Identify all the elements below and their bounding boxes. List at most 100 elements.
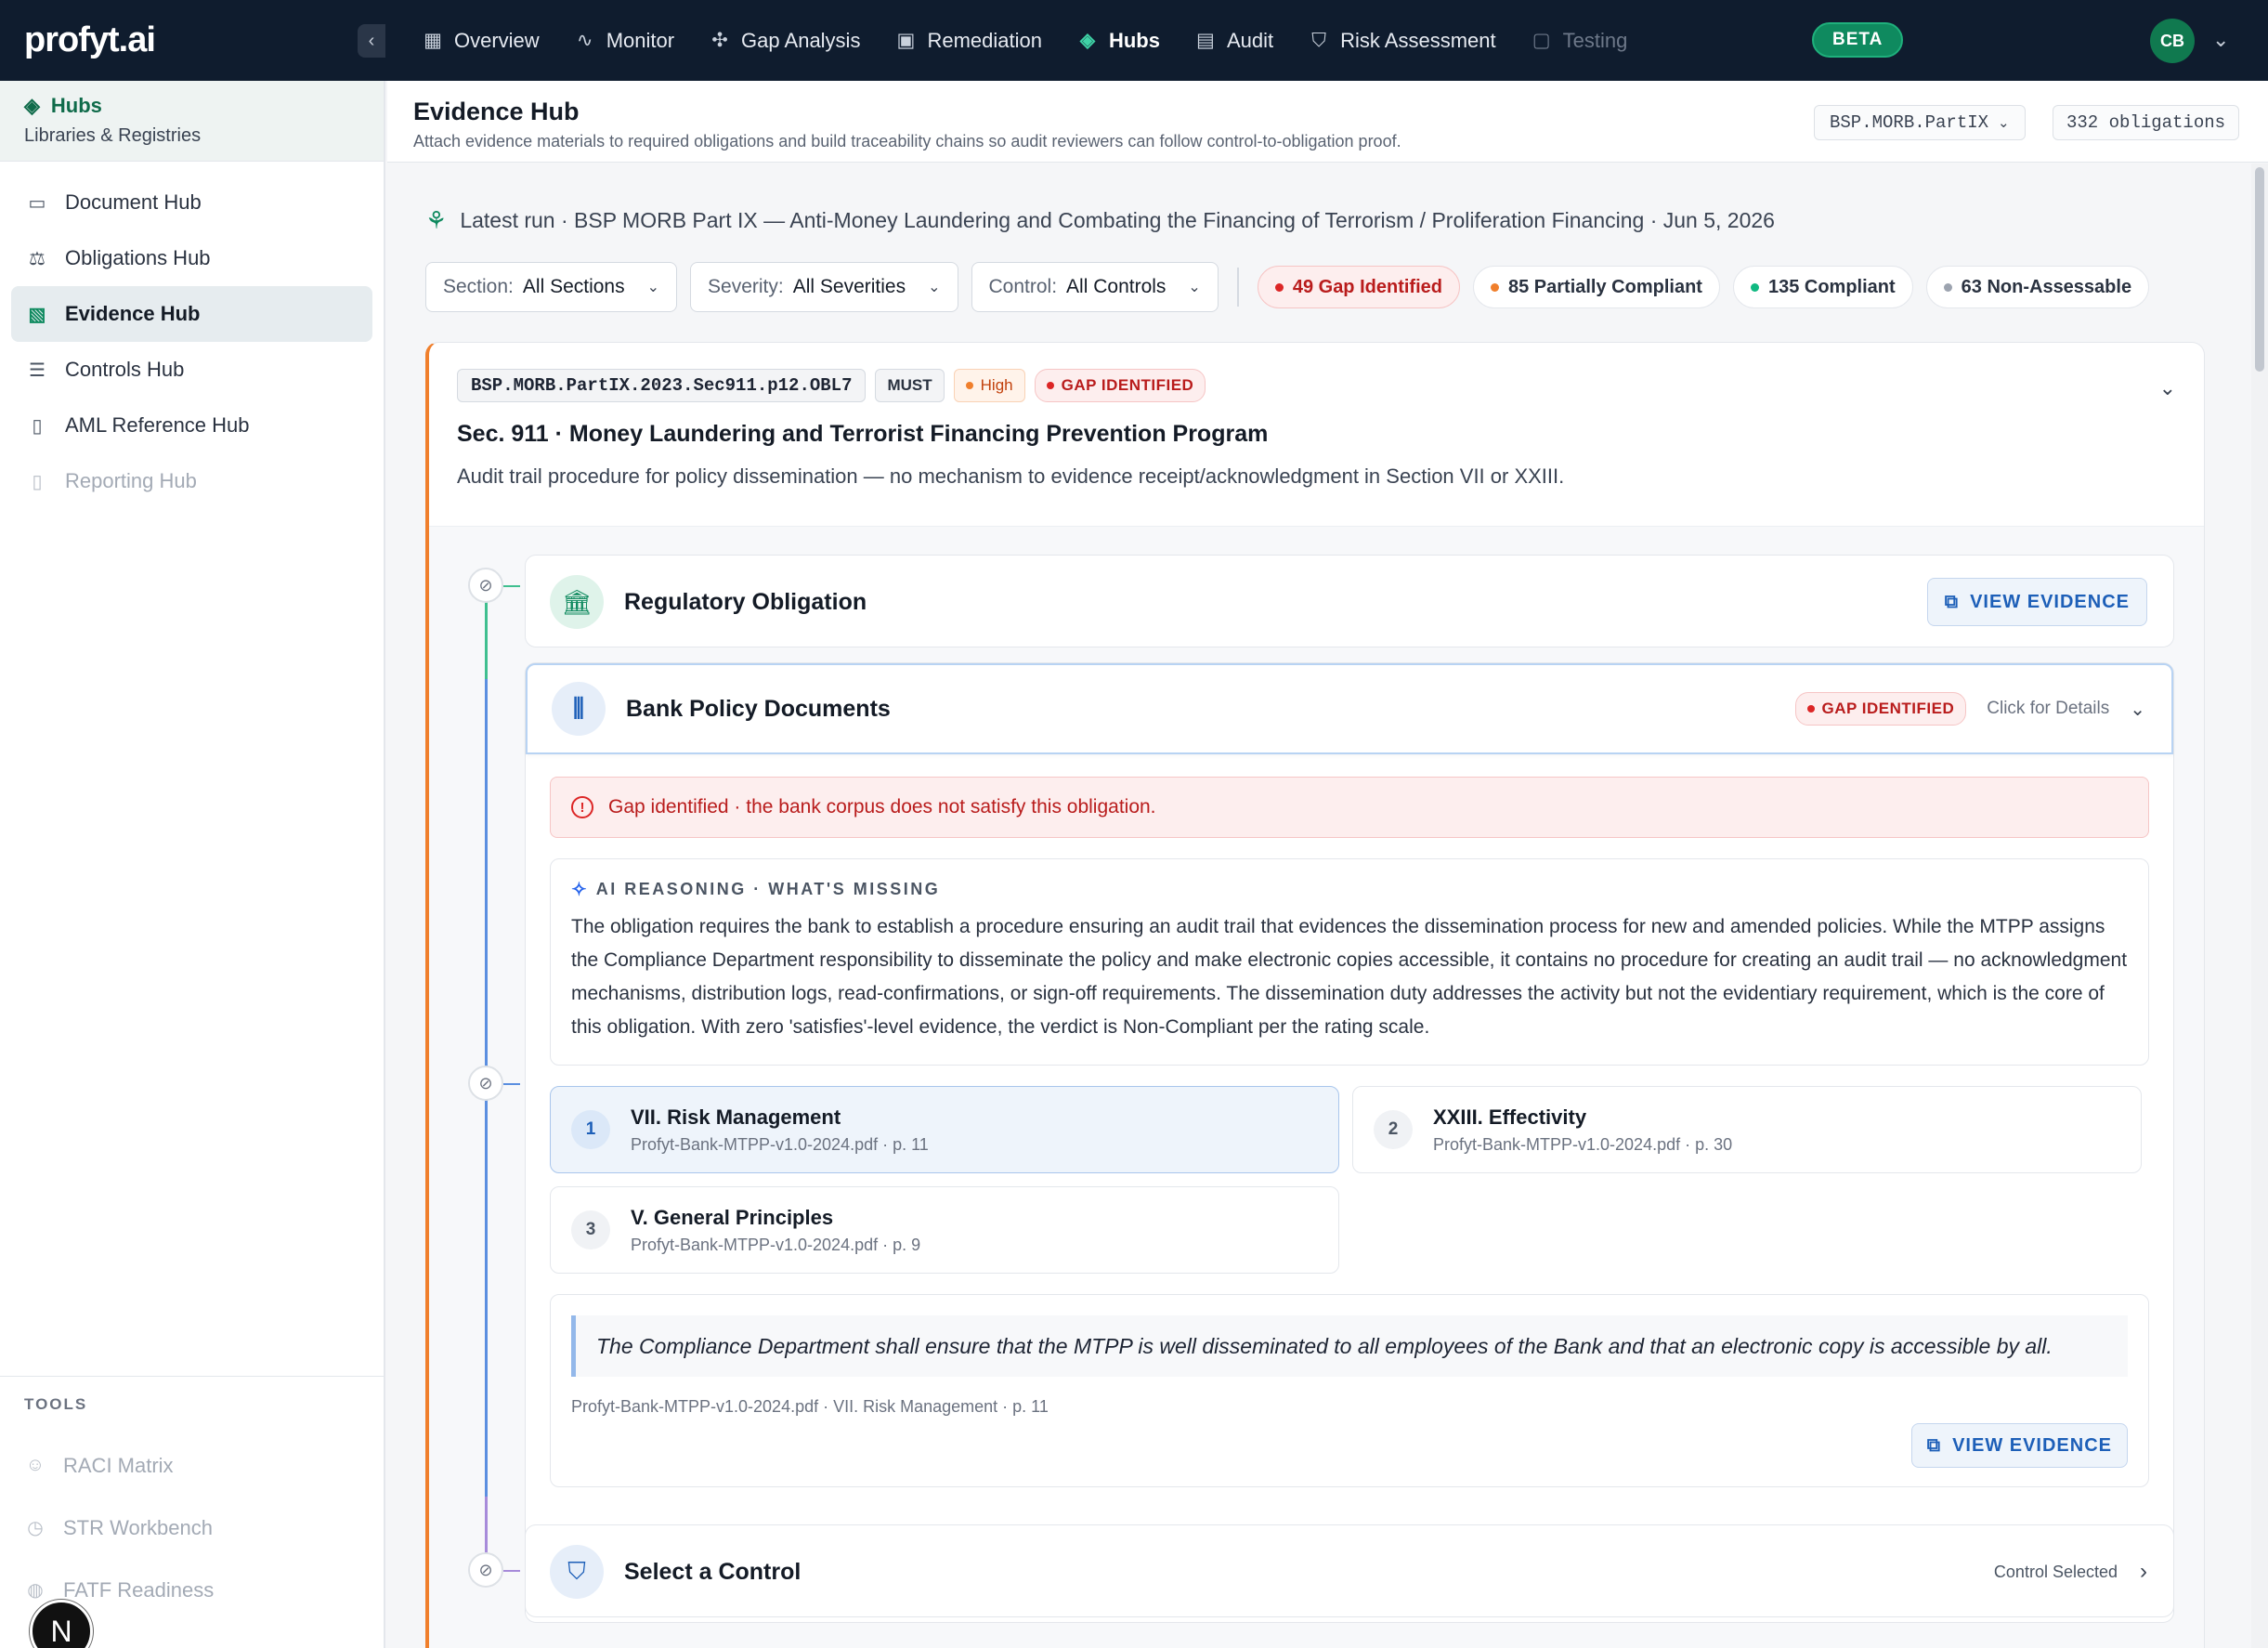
- reference-item[interactable]: 2 XXIII. Effectivity Profyt-Bank-MTPP-v1…: [1352, 1086, 2142, 1173]
- sidebar-list: ▭ Document Hub ⚖ Obligations Hub ▧ Evidence…: [0, 162, 384, 522]
- logo[interactable]: profyt.ai: [24, 20, 156, 60]
- status-label: GAP IDENTIFIED: [1061, 376, 1194, 394]
- nav-testing: ▢ Testing: [1532, 29, 1628, 53]
- filter-label: Severity:: [708, 276, 784, 297]
- page-header: Evidence Hub Attach evidence materials t…: [387, 81, 2268, 163]
- bank-policy-header[interactable]: ⫼ Bank Policy Documents GAP IDENTIFIED C…: [526, 663, 2173, 754]
- regulatory-obligation-row: 🏛 Regulatory Obligation ⧉ VIEW EVIDENCE: [526, 556, 2173, 648]
- list-check-icon: ☰: [29, 360, 46, 381]
- sidebar-item-aml-reference-hub[interactable]: ▯ AML Reference Hub: [11, 398, 372, 453]
- status-pill-non-assessable[interactable]: 63 Non-Assessable: [1925, 266, 2150, 308]
- status-pill-compliant[interactable]: 135 Compliant: [1732, 266, 1913, 308]
- archive-icon: ▭: [28, 192, 46, 214]
- workflow-icon: ⚘: [425, 206, 448, 234]
- sidebar-item-evidence-hub[interactable]: ▧ Evidence Hub: [11, 286, 372, 342]
- details-label[interactable]: Click for Details: [1987, 699, 2109, 719]
- sidebar-item-label: Evidence Hub: [65, 302, 201, 325]
- latest-run: ⚘ Latest run · BSP MORB Part IX — Anti-M…: [425, 206, 1775, 235]
- panel-title: Regulatory Obligation: [624, 588, 867, 615]
- view-evidence-button[interactable]: ⧉ VIEW EVIDENCE: [1910, 1423, 2128, 1468]
- nav-overview[interactable]: ▦ Overview: [423, 29, 540, 53]
- severity-filter[interactable]: Severity: All Severities ⌄: [690, 262, 958, 312]
- sparkles-icon: ✧: [571, 880, 587, 900]
- status-dot: [965, 382, 973, 389]
- users-icon: ☺: [25, 1455, 46, 1475]
- reference-text: V. General Principles Profyt-Bank-MTPP-v…: [631, 1206, 920, 1255]
- tool-label: STR Workbench: [63, 1515, 213, 1539]
- sidebar-item-document-hub[interactable]: ▭ Document Hub: [11, 175, 372, 230]
- nav-label: Overview: [454, 28, 540, 52]
- nav-monitor[interactable]: ∿ Monitor: [575, 29, 674, 53]
- control-panel[interactable]: ⛉ Select a Control Control Selected ›: [525, 1524, 2174, 1617]
- status-pill-label: 85 Partially Compliant: [1507, 276, 1702, 297]
- reference-list: 1 VII. Risk Management Profyt-Bank-MTPP-…: [550, 1086, 2149, 1274]
- sidebar-item-label: Obligations Hub: [65, 246, 211, 269]
- status-pill-partial[interactable]: 85 Partially Compliant: [1472, 266, 1720, 308]
- chevron-down-icon: ⌄: [928, 280, 941, 295]
- chevron-left-icon: ‹: [368, 30, 375, 51]
- nav-risk-assessment[interactable]: ⛉ Risk Assessment: [1309, 28, 1496, 53]
- sparkle-move-icon: ✣: [711, 30, 728, 51]
- nav-label: Risk Assessment: [1340, 28, 1496, 52]
- filter-value: All Controls: [1066, 276, 1167, 297]
- control-filter[interactable]: Control: All Controls ⌄: [971, 262, 1219, 312]
- clipboard-icon: ▣: [896, 30, 916, 51]
- chevron-down-icon[interactable]: ⌄: [2130, 698, 2145, 721]
- reference-text: XXIII. Effectivity Profyt-Bank-MTPP-v1.0…: [1433, 1105, 1732, 1155]
- ai-reasoning-heading: ✧ AI REASONING · WHAT'S MISSING: [571, 878, 2128, 901]
- severity-badge: High: [953, 369, 1025, 402]
- obligation-title: Sec. 911 · Money Laundering and Terroris…: [457, 421, 1269, 447]
- library-icon: ⫼: [552, 682, 606, 736]
- chevron-down-icon[interactable]: ⌄: [2159, 376, 2176, 400]
- sidebar-title: ◈ Hubs: [24, 94, 359, 118]
- chevron-down-icon: ⌄: [646, 280, 660, 295]
- quote-source: Profyt-Bank-MTPP-v1.0-2024.pdf · VII. Ri…: [571, 1397, 1049, 1416]
- obligation-count: 332 obligations: [2053, 105, 2240, 140]
- link-icon: ⊘: [468, 1066, 503, 1101]
- layers-icon: ◈: [1079, 30, 1096, 51]
- nav-audit[interactable]: ▤ Audit: [1195, 29, 1273, 53]
- sidebar-item-reporting-hub: ▯ Reporting Hub: [11, 453, 372, 509]
- evidence-quote: The Compliance Department shall ensure t…: [550, 1294, 2149, 1487]
- collapse-sidebar-button[interactable]: ‹: [358, 24, 385, 58]
- shield-check-icon: ⛉: [550, 1545, 604, 1599]
- scrollbar-thumb[interactable]: [2255, 167, 2264, 372]
- control-status: Control Selected ›: [1994, 1559, 2147, 1585]
- reference-number: 1: [571, 1110, 610, 1149]
- nav-gap-analysis[interactable]: ✣ Gap Analysis: [710, 29, 860, 53]
- view-evidence-button[interactable]: ⧉ VIEW EVIDENCE: [1926, 578, 2147, 626]
- alert-circle-icon: !: [571, 796, 593, 818]
- obligation-card: BSP.MORB.PartIX.2023.Sec911.p12.OBL7 MUS…: [425, 342, 2205, 1648]
- control-row: ⛉ Select a Control Control Selected ›: [526, 1525, 2173, 1618]
- tool-str-workbench: ◷ STR Workbench: [24, 1497, 359, 1559]
- chain-connector: [503, 1083, 520, 1085]
- sidebar-item-label: AML Reference Hub: [65, 413, 250, 437]
- status-pill-label: 135 Compliant: [1767, 276, 1896, 297]
- regulation-select[interactable]: BSP.MORB.PartIX ⌄: [1814, 105, 2026, 140]
- scrollbar[interactable]: [2251, 163, 2268, 1648]
- reference-item[interactable]: 3 V. General Principles Profyt-Bank-MTPP…: [550, 1186, 1339, 1274]
- avatar[interactable]: CB: [2150, 19, 2195, 63]
- main-nav: ▦ Overview ∿ Monitor ✣ Gap Analysis ▣ Remedi…: [423, 0, 1662, 81]
- clock-icon: ◷: [27, 1518, 44, 1538]
- tool-label: RACI Matrix: [63, 1453, 174, 1477]
- nav-remediation[interactable]: ▣ Remediation: [895, 29, 1042, 53]
- control-status-label: Control Selected: [1993, 1562, 2118, 1581]
- nav-hubs[interactable]: ◈ Hubs: [1077, 29, 1160, 53]
- sidebar-item-controls-hub[interactable]: ☰ Controls Hub: [11, 342, 372, 398]
- sidebar-item-label: Document Hub: [65, 190, 202, 214]
- sidebar-item-obligations-hub[interactable]: ⚖ Obligations Hub: [11, 230, 372, 286]
- latest-run-text: Latest run · BSP MORB Part IX — Anti-Mon…: [460, 208, 1775, 232]
- obligation-tags: BSP.MORB.PartIX.2023.Sec911.p12.OBL7 MUS…: [457, 369, 2176, 402]
- filter-value: All Sections: [522, 276, 625, 297]
- grid-icon: ▦: [424, 30, 442, 51]
- bank-policy-panel: ⫼ Bank Policy Documents GAP IDENTIFIED C…: [525, 662, 2174, 1623]
- status-pill-gap[interactable]: 49 Gap Identified: [1257, 266, 1460, 308]
- obligation-header[interactable]: BSP.MORB.PartIX.2023.Sec911.p12.OBL7 MUS…: [429, 343, 2204, 527]
- section-filter[interactable]: Section: All Sections ⌄: [425, 262, 678, 312]
- chevron-down-icon[interactable]: ⌄: [2212, 28, 2229, 52]
- bank-policy-status: GAP IDENTIFIED Click for Details ⌄: [1794, 692, 2145, 726]
- reference-item[interactable]: 1 VII. Risk Management Profyt-Bank-MTPP-…: [550, 1086, 1339, 1173]
- status-dot: [1943, 282, 1952, 292]
- reference-source: Profyt-Bank-MTPP-v1.0-2024.pdf · p. 11: [631, 1134, 929, 1154]
